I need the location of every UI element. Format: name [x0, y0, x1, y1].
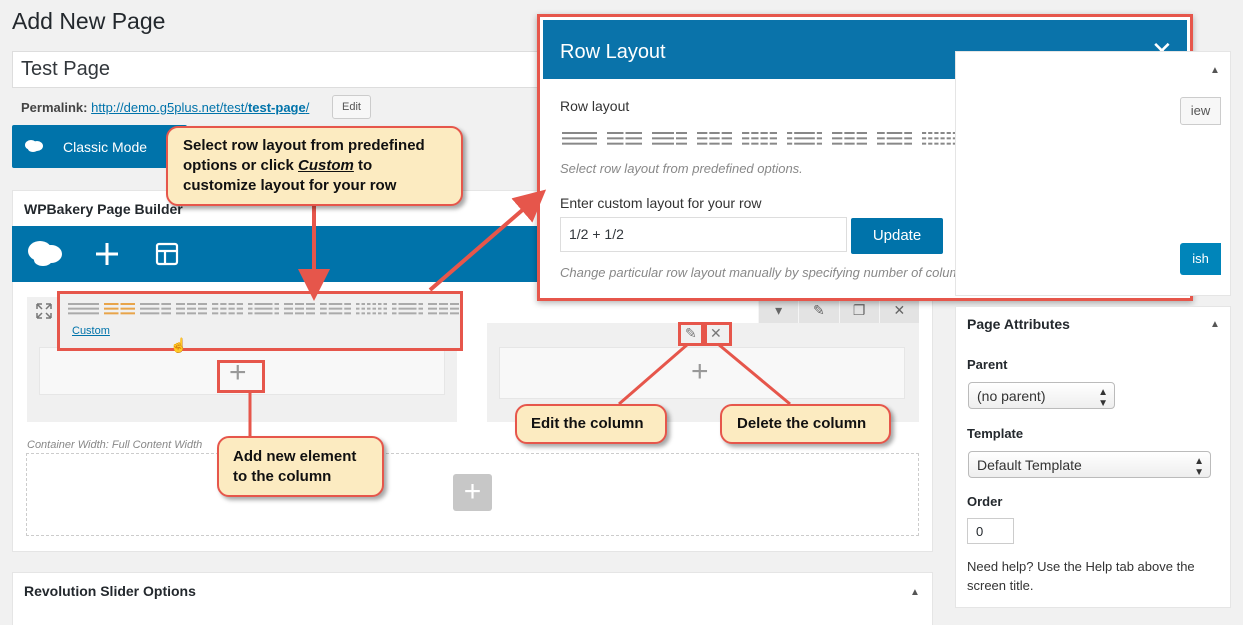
row-layout-option-8[interactable]	[877, 131, 912, 147]
row-layout-option-8[interactable]	[320, 302, 351, 316]
row-layout-option-5[interactable]	[212, 302, 243, 316]
parent-label: Parent	[967, 357, 1008, 372]
publish-button[interactable]: ish	[1180, 243, 1221, 275]
template-label: Template	[967, 426, 1024, 441]
row-layout-option-7[interactable]	[284, 302, 315, 316]
parent-select[interactable]: (no parent) ▲ ▼	[968, 382, 1115, 409]
row-layout-option-4[interactable]	[176, 302, 207, 316]
attributes-collapse-icon[interactable]: ▲	[1210, 319, 1220, 330]
classic-mode-button[interactable]: Classic Mode	[12, 125, 187, 168]
hand-cursor-icon: ☝	[170, 337, 188, 353]
classic-mode-label: Classic Mode	[63, 139, 148, 155]
predefined-hint: Select row layout from predefined option…	[560, 161, 803, 176]
page-builder-toolbar	[12, 226, 542, 282]
callout-select-layout: Select row layout from predefined option…	[166, 126, 463, 206]
modal-title: Row Layout	[560, 41, 666, 63]
add-element-highlight	[217, 360, 265, 393]
parent-select-value: (no parent)	[977, 388, 1046, 404]
order-input[interactable]: 0	[967, 518, 1014, 544]
row-layout-options	[68, 302, 459, 316]
row-layout-option-1[interactable]	[562, 131, 597, 147]
revolution-collapse-icon[interactable]: ▲	[910, 587, 920, 598]
row-layout-option-7[interactable]	[832, 131, 867, 147]
order-label: Order	[967, 494, 1003, 509]
preview-button[interactable]: iew	[1180, 97, 1221, 125]
row-layout-option-3[interactable]	[652, 131, 687, 147]
row-layout-label: Row layout	[560, 98, 630, 114]
post-title-input[interactable]: Test Page	[12, 51, 542, 88]
publish-collapse-icon[interactable]: ▲	[1210, 65, 1220, 76]
permalink: Permalink: http://demo.g5plus.net/test/t…	[21, 100, 309, 115]
row-layout-option-2[interactable]	[104, 302, 135, 316]
custom-layout-label: Enter custom layout for your row	[560, 195, 762, 211]
help-text: Need help? Use the Help tab above the sc…	[967, 559, 1195, 593]
add-element-right-column-icon[interactable]: +	[691, 357, 709, 387]
row-layout-option-3[interactable]	[140, 302, 171, 316]
add-element-icon[interactable]	[95, 242, 119, 266]
callout-delete-column: Delete the column	[720, 404, 891, 444]
permalink-url[interactable]: http://demo.g5plus.net/test/test-page/	[91, 100, 309, 115]
custom-layout-link[interactable]: Custom	[72, 325, 110, 337]
delete-column-icon[interactable]: ✕	[710, 325, 722, 342]
page-attributes-title: Page Attributes	[967, 316, 1070, 332]
row-layout-option-11[interactable]	[428, 302, 459, 316]
revolution-slider-title: Revolution Slider Options	[24, 583, 196, 599]
templates-icon[interactable]	[155, 242, 179, 266]
callout-add-element: Add new element to the column	[217, 436, 384, 497]
select-arrows-icon: ▲ ▼	[1098, 387, 1108, 409]
template-select-value: Default Template	[977, 457, 1082, 473]
row-layout-option-5[interactable]	[742, 131, 777, 147]
permalink-label: Permalink:	[21, 100, 88, 115]
row-layout-option-6[interactable]	[248, 302, 279, 316]
add-row-button[interactable]: +	[453, 474, 492, 511]
wpbakery-logo-icon	[28, 241, 62, 266]
row-layout-option-6[interactable]	[787, 131, 822, 147]
page-title: Add New Page	[12, 8, 166, 34]
row-layout-option-1[interactable]	[68, 302, 99, 316]
template-select-arrows-icon: ▲ ▼	[1194, 456, 1204, 478]
callout-edit-column: Edit the column	[515, 404, 667, 444]
update-button[interactable]: Update	[851, 218, 943, 254]
row-layout-option-10[interactable]	[392, 302, 423, 316]
row-layout-strip: Custom	[57, 291, 463, 351]
template-select[interactable]: Default Template ▲ ▼	[968, 451, 1211, 478]
edit-column-icon[interactable]: ✎	[685, 325, 697, 342]
wpbakery-cloud-icon	[25, 140, 43, 152]
row-layout-option-2[interactable]	[607, 131, 642, 147]
edit-permalink-button[interactable]: Edit	[332, 95, 371, 119]
page-builder-title: WPBakery Page Builder	[24, 201, 183, 217]
row-layout-option-9[interactable]	[356, 302, 387, 316]
row-layout-option-4[interactable]	[697, 131, 732, 147]
expand-row-icon[interactable]	[36, 303, 52, 319]
custom-layout-input[interactable]: 1/2 + 1/2	[560, 217, 847, 252]
container-width-text: Container Width: Full Content Width	[27, 439, 203, 451]
row-layout-option-9[interactable]	[922, 131, 957, 147]
